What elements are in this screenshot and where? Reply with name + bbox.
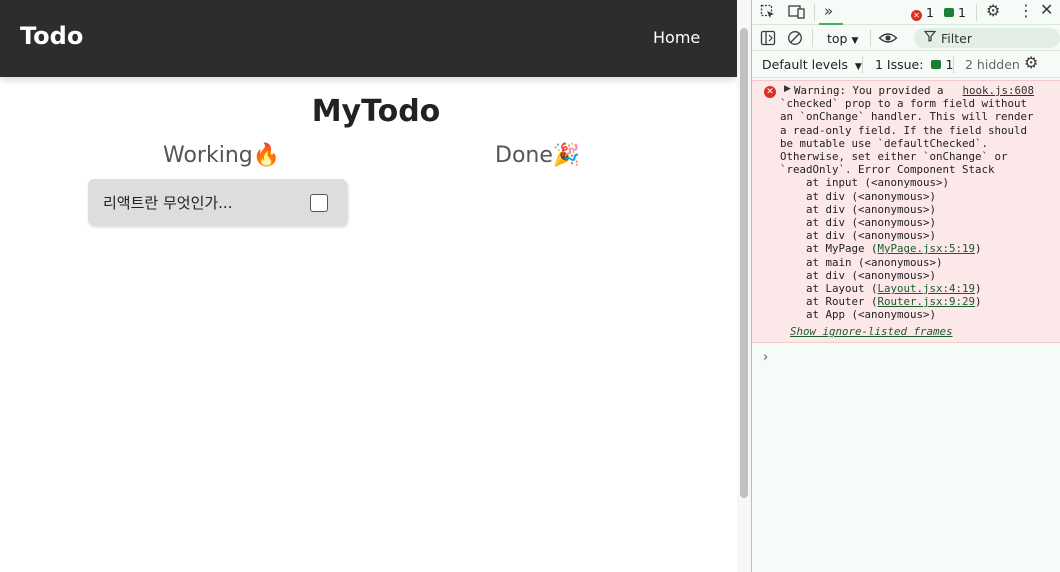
stack-frame-text: at MyPage (: [806, 242, 878, 256]
done-column-title: Done🎉: [495, 143, 581, 168]
stack-frame-text: at Layout (: [806, 282, 878, 296]
stack-frame: at App (<anonymous>): [780, 308, 1034, 321]
stack-frame-link[interactable]: Router.jsx:9:29: [878, 295, 976, 308]
stack-frame: at div (<anonymous>): [780, 216, 1034, 229]
stack-frame-text: at div (<anonymous>): [806, 216, 937, 230]
app-viewport: Todo Home MyTodo Working🔥 Done🎉 리액트란 무엇인…: [0, 0, 737, 572]
error-icon: ✕: [764, 86, 776, 98]
close-devtools-icon[interactable]: ✕: [1040, 2, 1053, 18]
stack-frame: at MyPage (MyPage.jsx:5:19): [780, 242, 1034, 255]
page-scrollbar[interactable]: [737, 0, 752, 572]
stack-frame-close: ): [975, 295, 982, 309]
more-tabs-icon[interactable]: »: [824, 3, 833, 19]
stack-frame-text: at App (<anonymous>): [806, 308, 937, 322]
stack-frame-close: ): [975, 242, 982, 256]
filter-input[interactable]: Filter: [914, 28, 1060, 48]
device-toolbar-icon[interactable]: [788, 4, 806, 24]
message-counter[interactable]: 1: [944, 5, 966, 20]
stack-frame-close: ): [975, 282, 982, 296]
stack-frame: at main (<anonymous>): [780, 256, 1034, 269]
working-column-title: Working🔥: [163, 143, 281, 168]
console-toolbar: top ▼ Filter: [752, 25, 1060, 51]
show-ignored-frames-link[interactable]: Show ignore-listed frames: [790, 325, 953, 338]
nav-home-link[interactable]: Home: [653, 28, 700, 47]
brand-logo[interactable]: Todo: [20, 22, 83, 50]
stack-frame-link[interactable]: Layout.jsx:4:19: [878, 282, 976, 295]
stack-frame: at div (<anonymous>): [780, 203, 1034, 216]
filter-placeholder: Filter: [941, 31, 972, 46]
console-prompt[interactable]: ›: [763, 350, 768, 365]
stack-frame-text: at div (<anonymous>): [806, 202, 937, 216]
stack-frame: at Router (Router.jsx:9:29): [780, 295, 1034, 308]
stack-frame: at div (<anonymous>): [780, 229, 1034, 242]
sidebar-toggle-icon[interactable]: [760, 30, 776, 50]
stack-frame-text: at Router (: [806, 295, 878, 309]
log-levels-dropdown[interactable]: Default levels ▼: [762, 57, 862, 72]
devtools-panel: » ✕ 1 1 ⚙ ⋮ ✕ top ▼ Filter Default level…: [752, 0, 1060, 572]
stack-frame: at div (<anonymous>): [780, 269, 1034, 282]
error-icon: ✕: [911, 10, 922, 21]
message-icon: [944, 8, 954, 17]
stack-frame: at div (<anonymous>): [780, 190, 1034, 203]
stack-frame-link[interactable]: MyPage.jsx:5:19: [878, 242, 976, 255]
console-warning-message: ✕ ▶ hook.js:608 Warning: You provided a …: [752, 80, 1060, 343]
todo-card: 리액트란 무엇인가...: [88, 179, 347, 225]
page-title: MyTodo: [311, 94, 441, 129]
error-counter[interactable]: ✕ 1: [911, 5, 934, 21]
warning-text: Warning: You provided a `checked` prop t…: [780, 84, 1034, 322]
issue-icon: [931, 60, 942, 69]
stack-frame: at Layout (Layout.jsx:4:19): [780, 282, 1034, 295]
issues-counter[interactable]: 1 Issue: 1: [875, 57, 953, 72]
context-selector[interactable]: top ▼: [827, 31, 858, 46]
stack-frame-text: at main (<anonymous>): [806, 255, 943, 269]
stack-frame-text: at input (<anonymous>): [806, 176, 950, 190]
stack-frame-text: at div (<anonymous>): [806, 229, 937, 243]
scrollbar-thumb[interactable]: [740, 28, 748, 498]
todo-checkbox[interactable]: [310, 194, 328, 212]
filter-icon: [923, 30, 937, 47]
stack-frame-text: at div (<anonymous>): [806, 268, 937, 282]
clear-console-icon[interactable]: [787, 30, 803, 50]
settings-gear-icon[interactable]: ⚙: [986, 3, 1000, 19]
component-stack: at input (<anonymous>) at div (<anonymous…: [780, 176, 1034, 321]
live-expression-eye-icon[interactable]: [878, 30, 898, 50]
todo-text: 리액트란 무엇인가...: [103, 194, 233, 212]
stack-frame-text: at div (<anonymous>): [806, 189, 937, 203]
inspect-element-icon[interactable]: [760, 4, 776, 24]
navbar: Todo Home: [0, 0, 737, 77]
stack-frame: at input (<anonymous>): [780, 176, 1034, 189]
console-levels-bar: Default levels ▼ 1 Issue: 1 2 hidden ⚙: [752, 51, 1060, 78]
devtools-toolbar: » ✕ 1 1 ⚙ ⋮ ✕: [752, 0, 1060, 25]
hidden-count: 2 hidden: [965, 57, 1020, 72]
chevron-down-icon: ▼: [851, 36, 859, 46]
console-settings-gear-icon[interactable]: ⚙: [1024, 55, 1038, 71]
more-options-icon[interactable]: ⋮: [1018, 3, 1034, 19]
chevron-down-icon: ▼: [854, 62, 862, 72]
